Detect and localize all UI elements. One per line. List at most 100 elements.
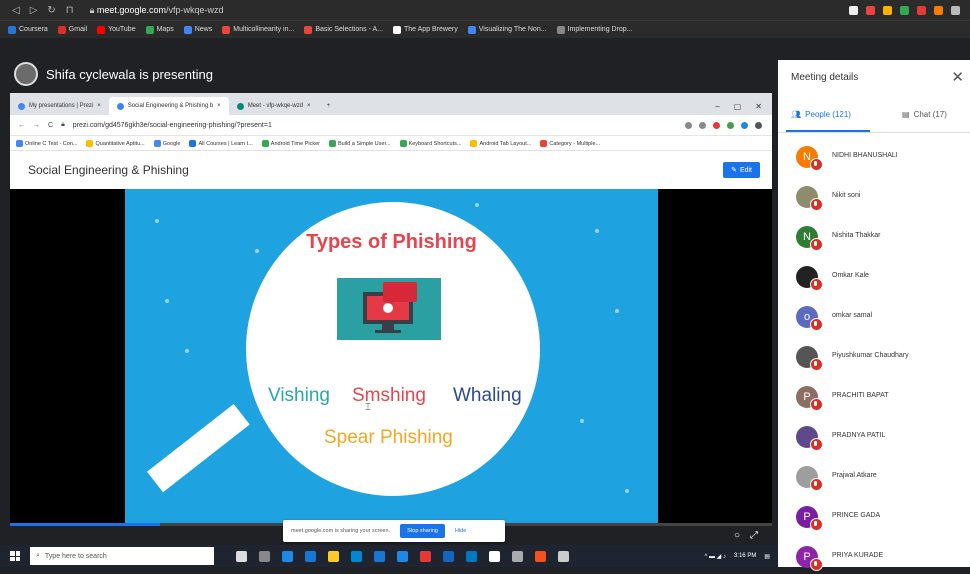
window-controls: – ▢ ✕ <box>715 97 772 115</box>
decorative-dot <box>165 299 169 303</box>
taskbar-search[interactable]: ⌕ Type here to search <box>30 547 214 565</box>
windows-start-icon[interactable] <box>10 551 20 561</box>
bookmark-icon <box>86 139 94 147</box>
bookmark-item[interactable]: Visualizing The Non... <box>467 25 547 34</box>
participant-name: PRACHITI BAPAT <box>832 392 889 399</box>
bookmark-item[interactable]: YouTube <box>97 25 136 34</box>
bookmark-label: Coursera <box>19 26 48 33</box>
address-bar[interactable]: 🔒︎ meet.google.com/vfp-wkqe-wzd <box>90 5 224 16</box>
bookmark-item[interactable]: Basic Selections - A... <box>304 25 383 34</box>
bookmark-label: News <box>194 26 213 33</box>
inner-bookmark-label: Android Tab Layout... <box>479 140 532 147</box>
bookmark-icon <box>399 139 407 147</box>
back-icon[interactable]: ◁ <box>12 5 20 16</box>
extension-icon[interactable] <box>934 5 943 15</box>
close-icon[interactable]: ✕ <box>951 68 964 86</box>
inner-bookmark: Quantitative Aptitu... <box>86 139 145 147</box>
edge-icon[interactable] <box>282 550 293 562</box>
app-icon[interactable] <box>305 550 316 562</box>
mail-icon[interactable] <box>374 550 385 562</box>
settings-icon[interactable] <box>558 550 569 562</box>
bookmark-item[interactable]: Maps <box>145 25 174 34</box>
bookmark-icon <box>393 25 402 34</box>
mic-muted-icon <box>810 518 823 531</box>
extension-icon <box>741 121 748 129</box>
forward-icon[interactable]: ▷ <box>30 5 38 16</box>
circle-icon[interactable]: ○ <box>734 530 740 541</box>
app-icon[interactable] <box>259 550 270 562</box>
extension-icon[interactable] <box>900 5 909 15</box>
bookmark-item[interactable]: Gmail <box>57 25 87 34</box>
word-spear-phishing: Spear Phishing <box>324 427 453 448</box>
warning-icon[interactable] <box>883 5 892 15</box>
bookmark-item[interactable]: The App Brewery <box>393 25 458 34</box>
app-icon[interactable] <box>512 550 523 562</box>
maximize-icon: ▢ <box>733 101 742 111</box>
brave-icon[interactable] <box>866 5 875 15</box>
notification-icon[interactable]: ▤ <box>764 553 770 560</box>
participant-row[interactable]: P PRACHITI BAPAT <box>796 384 966 414</box>
mic-muted-icon <box>810 318 823 331</box>
inner-bookmark-label: Keyboard Shortcuts... <box>408 140 462 147</box>
vscode-icon[interactable] <box>397 550 408 562</box>
clock[interactable]: 3:16 PM <box>734 553 756 560</box>
stop-sharing-button[interactable]: Stop sharing <box>400 524 445 538</box>
inner-bookmark: All Courses | Learn t... <box>189 139 253 147</box>
task-view-icon[interactable] <box>236 550 247 562</box>
nav-buttons: ◁ ▷ ↻ ⊓ <box>12 5 74 16</box>
participant-row[interactable]: Piyushkumar Chaudhary <box>796 344 966 374</box>
bookmark-icon <box>329 139 336 147</box>
camera-icon[interactable] <box>849 5 858 15</box>
menu-icon[interactable] <box>951 5 960 15</box>
reload-icon[interactable]: ↻ <box>47 5 55 16</box>
participant-row[interactable]: Nikit soni <box>796 184 966 214</box>
participant-row[interactable]: N Nishita Thakkar <box>796 224 966 254</box>
participant-row[interactable]: Omkar Kale <box>796 264 966 294</box>
participant-row[interactable]: Prajwal Atkare <box>796 464 966 494</box>
app-icon[interactable] <box>466 550 477 562</box>
people-tab-label: People (121) <box>805 110 851 119</box>
decorative-dot <box>625 489 629 493</box>
tab-chat[interactable]: ▤ Chat (17) <box>902 110 947 119</box>
bookmark-item[interactable]: News <box>183 25 213 34</box>
bookmark-icon <box>261 139 269 147</box>
inner-tab-label: Social Engineering & Phishing b <box>127 103 214 109</box>
bookmark-item[interactable]: Implementing Drop... <box>556 25 633 34</box>
file-explorer-icon[interactable] <box>328 550 339 562</box>
participant-row[interactable]: o omkar samal <box>796 304 966 334</box>
participant-row[interactable]: PRADNYA PATIL <box>796 424 966 454</box>
tab-people[interactable]: 👥︎ People (121) <box>791 110 851 119</box>
presenter-banner: Shifa cyclewala is presenting <box>14 62 213 86</box>
inner-bookmarks-bar: Online C Test - Con... Quantitative Aptit… <box>10 135 772 151</box>
bookmark-icon <box>222 25 231 34</box>
bookmark-icon[interactable]: ⊓ <box>66 5 74 16</box>
decorative-dot <box>475 203 479 207</box>
bookmark-icon <box>8 25 16 34</box>
bookmark-icon <box>467 25 476 34</box>
inner-bookmark-label: Build a Simple User... <box>338 140 391 147</box>
bookmark-icon <box>183 25 192 34</box>
chrome-icon[interactable] <box>535 550 546 562</box>
fullscreen-icon[interactable]: ⤢ <box>750 530 758 541</box>
tray-icons[interactable]: ^ ▬ ◢ ♪ <box>705 553 726 560</box>
bookmark-item[interactable]: Multicollinearity in... <box>222 25 294 34</box>
participant-row[interactable]: N NIDHI BHANUSHALI <box>796 144 966 174</box>
store-icon[interactable] <box>351 550 362 562</box>
participant-row[interactable]: P PRINCE GADA <box>796 504 966 534</box>
inner-tab: My presentations | Prezi × <box>10 97 109 115</box>
tab-favicon-icon <box>18 102 25 110</box>
mic-muted-icon <box>810 278 823 291</box>
participant-name: Nishita Thakkar <box>832 232 881 239</box>
bookmark-label: Maps <box>156 26 174 33</box>
sharing-text: meet.google.com is sharing your screen. <box>291 528 391 534</box>
hide-button[interactable]: Hide <box>455 528 466 534</box>
app-icon[interactable] <box>420 550 431 562</box>
extension-icon[interactable] <box>917 5 926 15</box>
inner-tab: Social Engineering & Phishing b × <box>108 97 229 115</box>
app-icon[interactable] <box>489 550 500 562</box>
bookmark-icon <box>189 139 197 147</box>
bookmark-item[interactable]: Coursera <box>8 25 48 34</box>
participant-row[interactable]: P PRIYA KURADE <box>796 544 966 574</box>
app-icon[interactable] <box>443 550 454 562</box>
slide-title: Types of Phishing <box>306 231 477 253</box>
